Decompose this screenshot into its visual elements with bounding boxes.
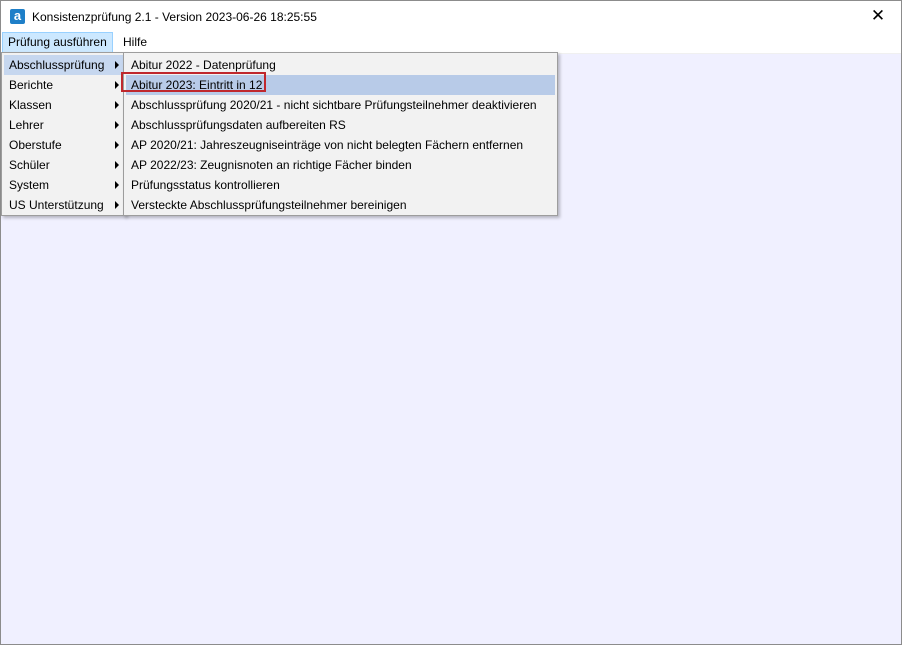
submenu-arrow-icon [115,141,119,149]
submenu-arrow-icon [115,61,119,69]
submenu-item-pruefungsstatus[interactable]: Prüfungsstatus kontrollieren [126,175,555,195]
window-title: Konsistenzprüfung 2.1 - Version 2023-06-… [32,10,317,24]
close-icon[interactable]: ✕ [855,1,901,32]
menu-bar: Prüfung ausführen Hilfe [1,32,901,54]
menu-item-lehrer[interactable]: Lehrer [4,115,123,135]
menu-item-label: System [9,178,50,192]
submenu-arrow-icon [115,81,119,89]
menu-item-system[interactable]: System [4,175,123,195]
submenu-arrow-icon [115,121,119,129]
main-dropdown: Abschlussprüfung Berichte Klassen Lehrer… [1,52,126,216]
submenu-item-daten-aufbereiten-rs[interactable]: Abschlussprüfungsdaten aufbereiten RS [126,115,555,135]
submenu-arrow-icon [115,101,119,109]
submenu-arrow-icon [115,161,119,169]
app-logo-icon: a [10,9,25,24]
annotation-highlight-box [121,72,266,92]
submenu-item-ap-2022-23-zeugnisnoten[interactable]: AP 2022/23: Zeugnisnoten an richtige Fäc… [126,155,555,175]
menu-item-oberstufe[interactable]: Oberstufe [4,135,123,155]
menu-item-label: Lehrer [9,118,44,132]
submenu-item-label: Versteckte Abschlussprüfungsteilnehmer b… [131,198,407,212]
menu-pruefung-ausfuehren[interactable]: Prüfung ausführen [2,32,113,53]
submenu-item-label: Abschlussprüfung 2020/21 - nicht sichtba… [131,98,537,112]
menu-item-label: Berichte [9,78,54,92]
menu-item-label: US Unterstützung [9,198,104,212]
menu-item-us-unterstuetzung[interactable]: US Unterstützung [4,195,123,215]
submenu-arrow-icon [115,201,119,209]
menu-item-schueler[interactable]: Schüler [4,155,123,175]
menu-item-abschlusspruefung[interactable]: Abschlussprüfung [4,55,123,75]
submenu-item-label: Prüfungsstatus kontrollieren [131,178,280,192]
submenu-item-versteckte-teilnehmer[interactable]: Versteckte Abschlussprüfungsteilnehmer b… [126,195,555,215]
submenu-item-ap-2020-21-jahreszeugnis[interactable]: AP 2020/21: Jahreszeugniseinträge von ni… [126,135,555,155]
title-bar: a Konsistenzprüfung 2.1 - Version 2023-0… [1,1,901,32]
submenu-item-label: AP 2020/21: Jahreszeugniseinträge von ni… [131,138,524,152]
menu-item-label: Schüler [9,158,50,172]
submenu-arrow-icon [115,181,119,189]
menu-hilfe[interactable]: Hilfe [118,33,152,51]
submenu-item-label: AP 2022/23: Zeugnisnoten an richtige Fäc… [131,158,412,172]
submenu-item-label: Abschlussprüfungsdaten aufbereiten RS [131,118,346,132]
menu-item-klassen[interactable]: Klassen [4,95,123,115]
menu-item-label: Oberstufe [9,138,62,152]
menu-item-label: Abschlussprüfung [9,58,105,72]
submenu-item-ap-2020-21-deaktivieren[interactable]: Abschlussprüfung 2020/21 - nicht sichtba… [126,95,555,115]
menu-item-berichte[interactable]: Berichte [4,75,123,95]
menu-item-label: Klassen [9,98,52,112]
